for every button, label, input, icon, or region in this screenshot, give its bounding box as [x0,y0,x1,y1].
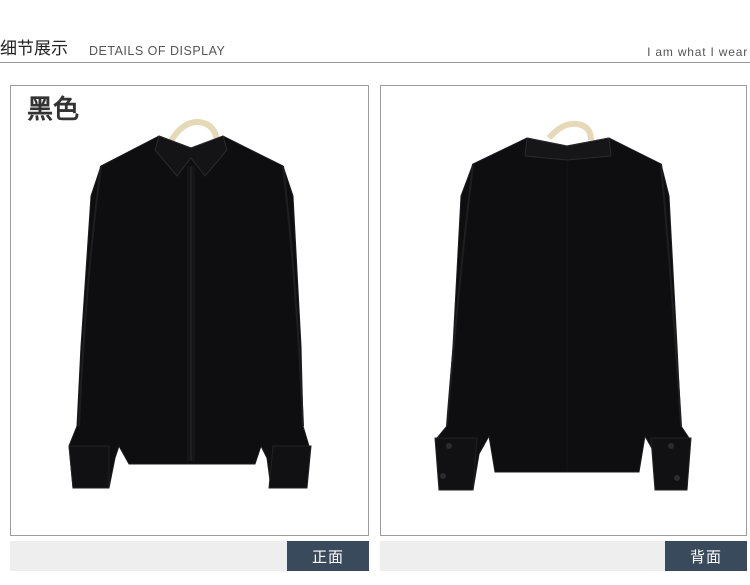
section-header: 细节展示 DETAILS OF DISPLAY I am what I wear [0,0,750,64]
brand-tagline: I am what I wear [647,45,748,59]
header-divider [0,62,750,63]
black-shirt-back-image [434,120,692,491]
section-title-cn: 细节展示 [0,39,68,59]
back-view-panel [380,85,747,536]
front-view-tab[interactable]: 正面 [287,541,369,571]
black-shirt-front-image [68,118,312,489]
back-view-tab[interactable]: 背面 [665,541,747,571]
hanger-icon [546,120,594,141]
back-footer-bar: 背面 [380,541,747,571]
section-title-en: DETAILS OF DISPLAY [89,44,226,58]
front-view-panel: 黑色 [10,85,369,536]
front-footer-bar: 正面 [10,541,369,571]
hanger-icon [168,118,220,143]
